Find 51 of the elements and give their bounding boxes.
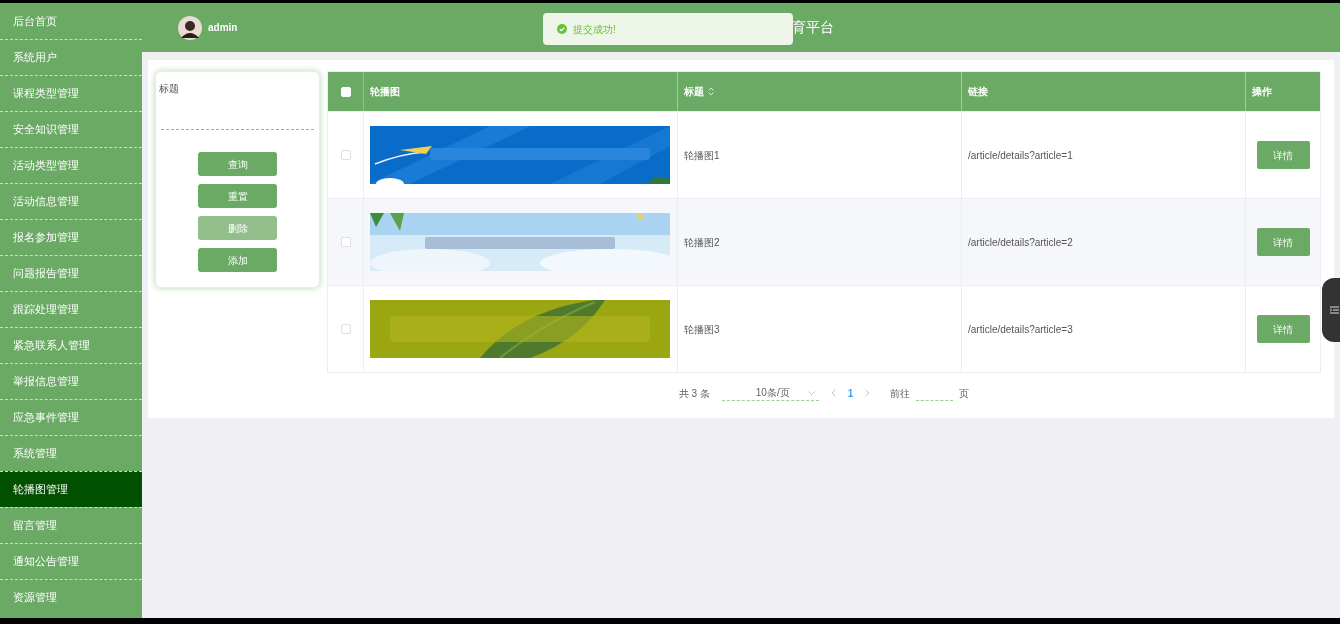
action-button[interactable]: 重置 — [198, 184, 277, 208]
toast-message: 提交成功! — [573, 22, 616, 37]
details-button[interactable]: 详情 — [1256, 141, 1310, 169]
user-name: admin — [208, 21, 238, 35]
sidebar-item[interactable]: 活动类型管理 — [0, 147, 142, 183]
details-button[interactable]: 详情 — [1256, 228, 1310, 256]
sidebar-item[interactable]: 后台首页 — [0, 3, 142, 39]
page-unit: 页 — [959, 386, 970, 401]
action-button[interactable]: 查询 — [198, 152, 277, 176]
side-drawer-tab[interactable] — [1322, 278, 1340, 342]
sidebar-item[interactable]: 课程类型管理 — [0, 75, 142, 111]
sidebar-item[interactable]: 轮播图管理 — [0, 471, 142, 507]
sidebar-item[interactable]: 资源管理 — [0, 579, 142, 615]
checkbox[interactable] — [340, 324, 351, 334]
table-cell-text: /article/details?article=3 — [968, 322, 1073, 337]
table-cell-text: /article/details?article=2 — [968, 235, 1073, 250]
sidebar-item[interactable]: 报名参加管理 — [0, 219, 142, 255]
page-size-select[interactable]: 10条/页 — [721, 385, 819, 401]
checkbox[interactable] — [340, 150, 351, 160]
table-cell-text: /article/details?article=1 — [968, 148, 1073, 163]
field-label: 标题 — [159, 82, 180, 96]
list-icon — [1330, 306, 1339, 314]
chevron-down-icon — [807, 390, 815, 395]
column-header: 操作 — [1252, 85, 1272, 99]
prev-page-icon[interactable] — [830, 389, 836, 397]
sort-icon[interactable] — [708, 87, 714, 96]
sidebar-item[interactable]: 问题报告管理 — [0, 255, 142, 291]
avatar-icon — [178, 15, 202, 40]
table-cell-text: 轮播图2 — [684, 235, 720, 250]
total-count: 共 3 条 — [678, 386, 710, 401]
page-number[interactable]: 1 — [847, 385, 854, 401]
details-button[interactable]: 详情 — [1256, 315, 1310, 343]
site-title: 育平台 — [792, 18, 834, 37]
action-button[interactable]: 添加 — [198, 248, 277, 272]
next-page-icon[interactable] — [865, 389, 871, 397]
goto-label: 前往 — [890, 386, 911, 401]
sidebar-item[interactable]: 通知公告管理 — [0, 543, 142, 579]
column-header: 链接 — [968, 85, 988, 99]
success-icon — [557, 24, 567, 34]
checkbox[interactable] — [340, 237, 351, 247]
sidebar-item[interactable]: 活动信息管理 — [0, 183, 142, 219]
sidebar-item[interactable]: 安全知识管理 — [0, 111, 142, 147]
table-cell-text: 轮播图1 — [684, 148, 720, 163]
table-cell-text: 轮播图3 — [684, 322, 720, 337]
sidebar-item[interactable]: 举报信息管理 — [0, 363, 142, 399]
sidebar-item[interactable]: 跟踪处理管理 — [0, 291, 142, 327]
sidebar-item[interactable]: 应急事件管理 — [0, 399, 142, 435]
column-header: 轮播图 — [370, 85, 400, 99]
column-header: 标题 — [684, 85, 704, 99]
sidebar-item[interactable]: 紧急联系人管理 — [0, 327, 142, 363]
sidebar-item[interactable]: 留言管理 — [0, 507, 142, 543]
